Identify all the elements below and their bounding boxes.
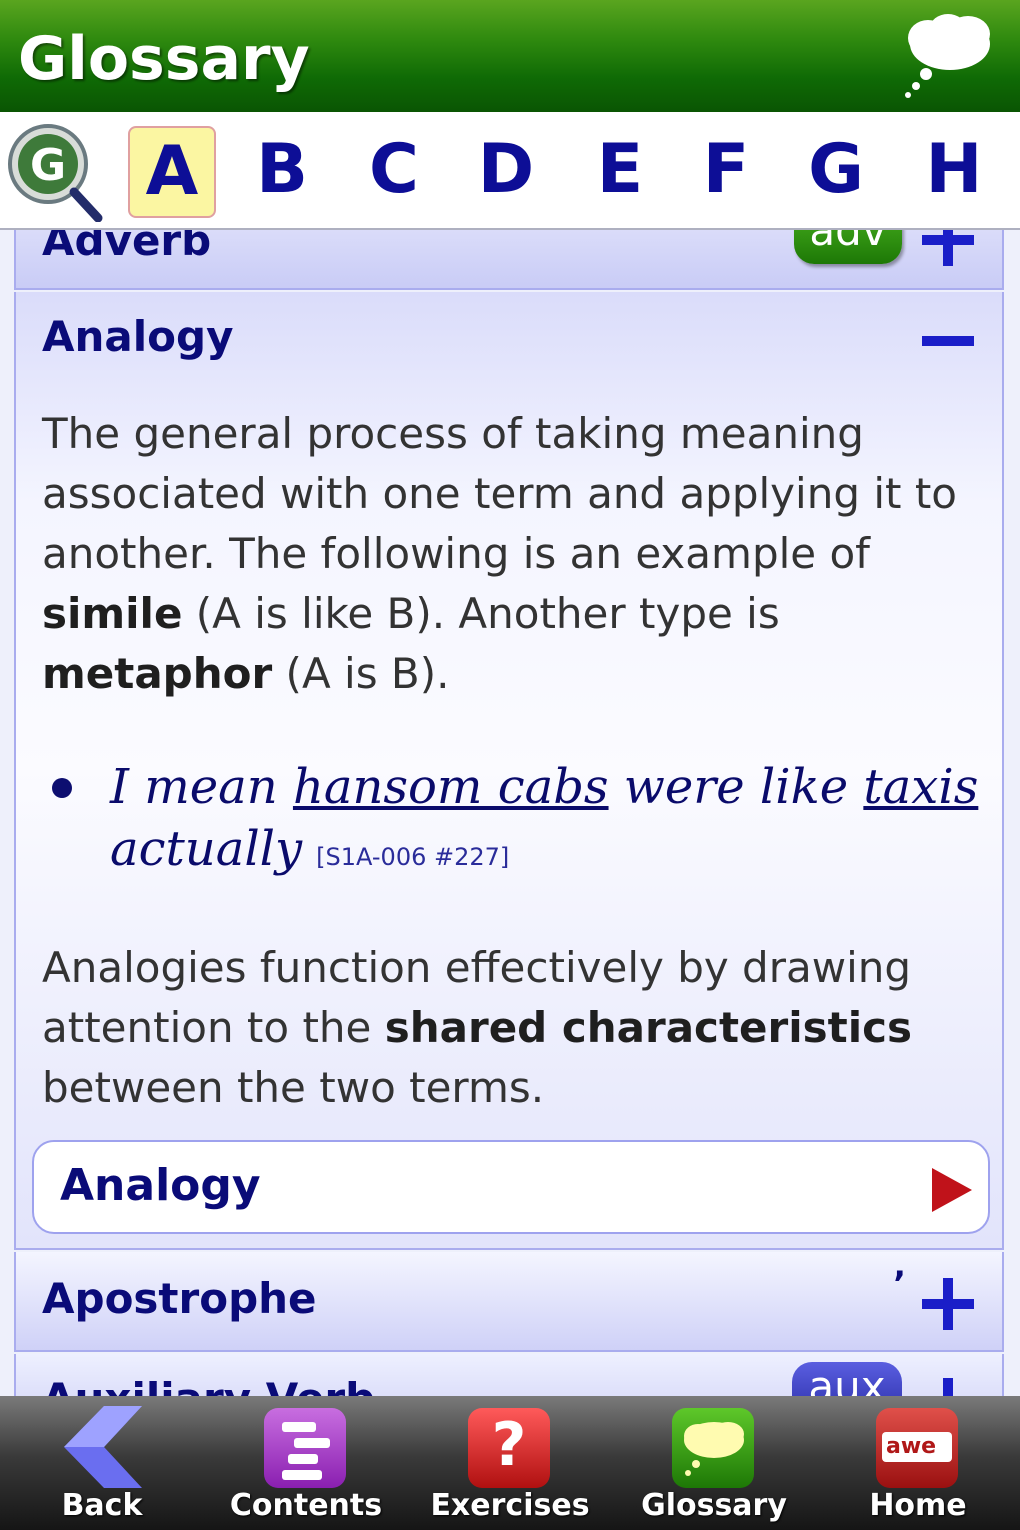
entry-analogy: Analogy The general process of taking me… — [14, 292, 1004, 1250]
word-class-badge: aux — [792, 1362, 902, 1396]
page-title: Glossary — [18, 24, 310, 94]
entry-auxiliary-verb[interactable]: Auxiliary Verb aux — [14, 1354, 1004, 1396]
nav-home[interactable]: awe Home — [816, 1396, 1020, 1530]
letter-tab-g[interactable]: G — [794, 126, 878, 214]
search-letter: G — [30, 140, 66, 191]
nav-contents[interactable]: Contents — [204, 1396, 408, 1530]
entry-title[interactable]: Analogy — [42, 312, 233, 361]
entry-title: Adverb — [42, 230, 212, 265]
word-class-badge: adv — [794, 230, 902, 264]
letter-tab-f[interactable]: F — [684, 126, 768, 214]
analogy-link-button[interactable]: Analogy — [32, 1140, 990, 1234]
entry-title: Apostrophe — [42, 1274, 317, 1323]
contents-icon — [260, 1404, 350, 1490]
home-icon: awe — [872, 1404, 962, 1490]
nav-glossary[interactable]: Glossary — [612, 1396, 816, 1530]
expand-plus-icon[interactable] — [922, 230, 974, 266]
entry-adverb[interactable]: Adverb adv — [14, 230, 1004, 290]
app-header: Glossary — [0, 0, 1020, 112]
nav-label: Exercises — [430, 1488, 590, 1523]
letter-tab-d[interactable]: D — [464, 126, 548, 214]
letter-tab-b[interactable]: B — [240, 126, 324, 214]
definition-paragraph: The general process of taking meaning as… — [42, 409, 957, 698]
thought-cloud-icon[interactable] — [898, 8, 998, 100]
letter-tab-a[interactable]: A — [128, 126, 216, 218]
bottom-nav: Back Contents ? Exercises Glossary awe H… — [0, 1396, 1020, 1530]
letter-tab-e[interactable]: E — [578, 126, 662, 214]
definition-paragraph-2: Analogies function effectively by drawin… — [42, 943, 912, 1112]
glossary-icon — [668, 1404, 758, 1490]
nav-back[interactable]: Back — [0, 1396, 204, 1530]
nav-label: Home — [869, 1488, 967, 1523]
glossary-search-icon[interactable]: G — [4, 122, 104, 222]
back-arrow-icon — [64, 1406, 142, 1488]
bullet-icon — [52, 778, 72, 798]
entry-apostrophe[interactable]: Apostrophe ’ — [14, 1252, 1004, 1352]
letter-tab-h[interactable]: H — [912, 126, 996, 214]
link-label: Analogy — [60, 1160, 261, 1211]
corpus-reference: [S1A-006 #227] — [316, 843, 510, 871]
glossary-list[interactable]: Adverb adv Analogy The general process o… — [0, 230, 1020, 1396]
expand-plus-icon[interactable] — [922, 1378, 974, 1396]
nav-label: Contents — [229, 1488, 383, 1523]
nav-exercises[interactable]: ? Exercises — [408, 1396, 612, 1530]
apostrophe-mark: ’ — [893, 1264, 906, 1304]
letter-tab-c[interactable]: C — [352, 126, 436, 214]
expand-plus-icon[interactable] — [922, 1278, 974, 1330]
entry-title: Auxiliary Verb — [42, 1374, 375, 1396]
nav-label: Glossary — [641, 1488, 787, 1523]
play-arrow-icon — [932, 1168, 972, 1212]
nav-label: Back — [61, 1488, 143, 1523]
alphabet-bar: G A B C D E F G H — [0, 112, 1020, 230]
example-sentence: I mean hansom cabs were like taxis actua… — [110, 759, 979, 877]
collapse-minus-icon[interactable] — [922, 336, 974, 346]
exercises-icon: ? — [464, 1404, 554, 1490]
